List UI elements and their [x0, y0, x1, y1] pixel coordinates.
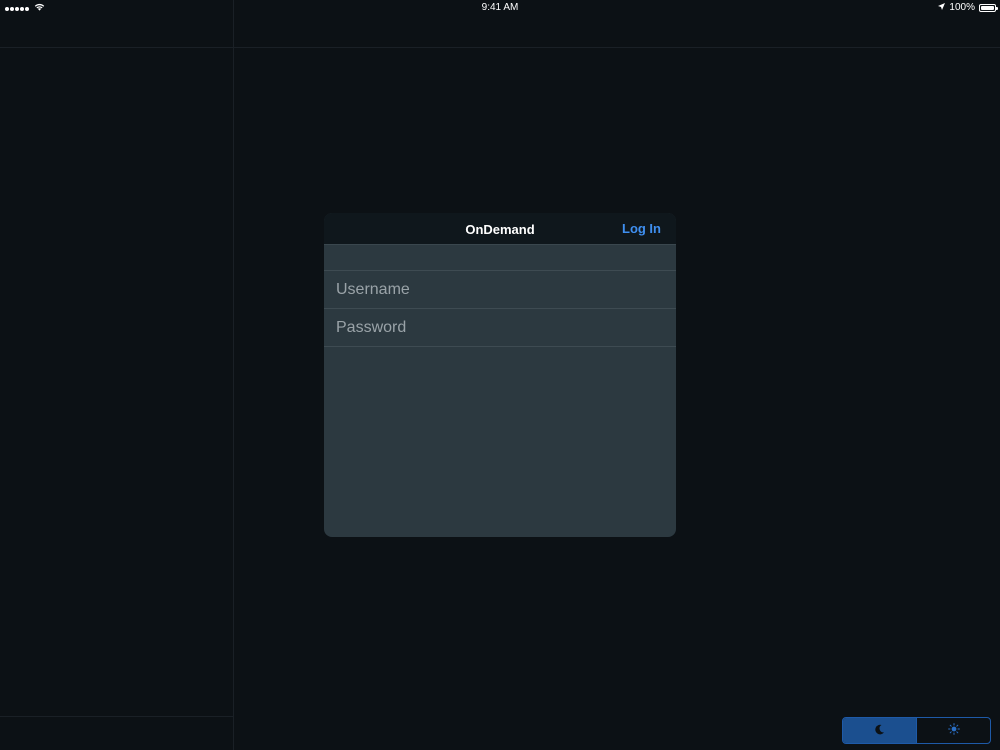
battery-icon — [979, 3, 998, 12]
toolbar-divider — [0, 716, 234, 717]
log-in-button[interactable]: Log In — [622, 221, 661, 236]
battery-percent: 100% — [949, 2, 975, 13]
master-pane — [0, 0, 234, 750]
location-arrow-icon — [938, 2, 946, 13]
battery-fill — [981, 5, 994, 10]
login-modal: OnDemand Log In — [324, 213, 676, 537]
light-theme-segment[interactable] — [916, 718, 990, 743]
password-input[interactable] — [324, 309, 676, 346]
username-input[interactable] — [324, 271, 676, 308]
username-row — [324, 271, 676, 309]
sun-icon — [947, 722, 960, 740]
status-right: 100% — [938, 2, 998, 13]
theme-toggle — [842, 717, 991, 744]
dark-theme-segment[interactable] — [843, 718, 916, 743]
status-bar: 9:41 AM 100% — [0, 0, 1000, 16]
moon-icon — [874, 722, 885, 740]
status-time: 9:41 AM — [481, 2, 519, 13]
modal-header: OnDemand Log In — [324, 213, 676, 245]
password-row — [324, 309, 676, 347]
navigation-bar-divider — [0, 47, 1000, 48]
section-header-spacer — [324, 245, 676, 271]
app-screen: 9:41 AM 100% OnDemand Log In — [0, 0, 1000, 750]
